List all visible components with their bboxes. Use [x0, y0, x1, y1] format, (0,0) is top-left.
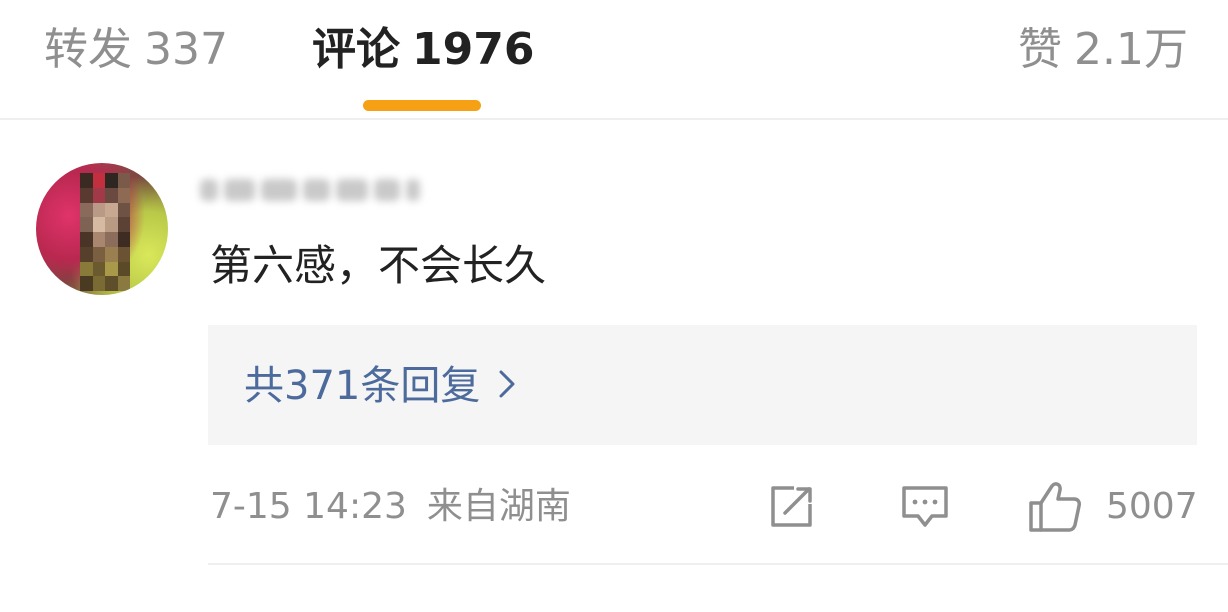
share-icon: [768, 484, 816, 530]
comment-location: 来自湖南: [426, 486, 571, 527]
replies-link-label: 共371条回复: [244, 363, 481, 409]
tab-likes-label: 赞: [1018, 24, 1063, 75]
divider: [208, 563, 1228, 565]
replies-box[interactable]: 共371条回复: [208, 325, 1197, 445]
like-count: 5007: [1106, 486, 1198, 527]
tab-likes[interactable]: 赞 2.1万: [1018, 22, 1188, 78]
tab-repost-label: 转发: [44, 24, 132, 75]
tab-likes-count: 2.1万: [1074, 24, 1188, 75]
like-button[interactable]: 5007: [1028, 482, 1198, 532]
chevron-right-icon: [498, 361, 516, 411]
share-button[interactable]: [768, 482, 816, 532]
reply-icon: [900, 484, 950, 530]
active-tab-indicator: [363, 100, 481, 111]
avatar[interactable]: [36, 163, 168, 295]
tab-bar: 转发 337 评论 1976 赞 2.1万: [0, 0, 1228, 120]
replies-link[interactable]: 共371条回复: [244, 361, 516, 411]
tab-comments-count: 1976: [412, 24, 535, 75]
like-icon: [1028, 481, 1082, 533]
reply-button[interactable]: [900, 482, 950, 532]
tab-comments[interactable]: 评论 1976: [312, 22, 534, 78]
comment-meta: 7-15 14:23 来自湖南: [210, 482, 571, 532]
comment-text: 第六感，不会长久: [210, 241, 547, 290]
tab-repost[interactable]: 转发 337: [44, 22, 228, 78]
avatar-mosaic: [80, 173, 130, 291]
username-redacted[interactable]: [200, 164, 421, 216]
tab-comments-label: 评论: [312, 24, 400, 75]
comment-time: 7-15 14:23: [210, 486, 407, 527]
tab-repost-count: 337: [144, 24, 228, 75]
comment-page: 转发 337 评论 1976 赞 2.1万 第六感，不会长久 共371条回复 7…: [0, 0, 1228, 612]
